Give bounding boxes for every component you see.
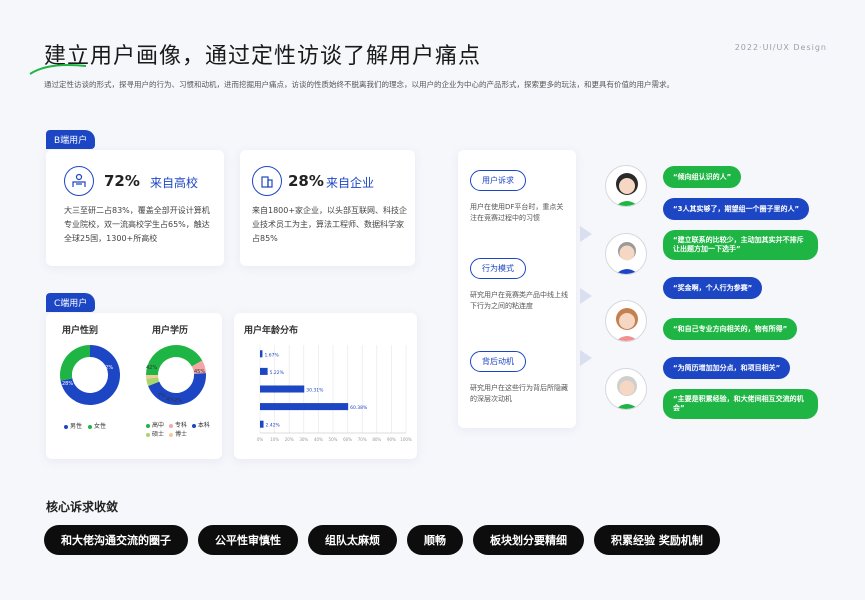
gender-edu-card: 用户性别 用户学历 72% 28% 42% 45% 7% 4% 2% 男性 女性… bbox=[46, 313, 222, 459]
page-title: 建立用户画像，通过定性访谈了解用户痛点 bbox=[44, 44, 482, 69]
core-chip: 组队太麻烦 bbox=[308, 525, 397, 555]
education-title: 用户学历 bbox=[152, 326, 189, 336]
motive-pill-behavior: 行为模式 bbox=[470, 258, 526, 279]
donut-slice-硕士 bbox=[146, 377, 160, 387]
x-tick-label: 90% bbox=[387, 437, 396, 442]
x-tick-label: 10% bbox=[270, 437, 279, 442]
age-bar bbox=[260, 403, 349, 411]
core-chip: 积累经验 奖励机制 bbox=[594, 525, 720, 555]
connector-arrows bbox=[580, 226, 592, 366]
school-desc: 大三至研二占83%，覆盖全部开设计算机专业院校，双一流高校学生占65%，触达全球… bbox=[64, 206, 210, 243]
age-bar-label: 2.42% bbox=[266, 423, 281, 429]
company-desc: 来自1800+家企业，以头部互联网、科技企业技术员工为主，算法工程师、数据科学家… bbox=[252, 206, 408, 243]
school-percent: 72% bbox=[104, 172, 140, 190]
motive-desc-behavior: 研究用户在竞赛类产品中线上线下行为之间的粘连度 bbox=[470, 291, 568, 310]
gender-title: 用户性别 bbox=[62, 326, 99, 336]
edu-pct-2: 45% bbox=[194, 369, 206, 375]
school-card: 72% 来自高校 大三至研二占83%，覆盖全部开设计算机专业院校，双一流高校学生… bbox=[46, 150, 224, 266]
brand-label: 2022·UI/UX Design bbox=[734, 43, 827, 52]
x-tick-label: 80% bbox=[372, 437, 381, 442]
page-subtitle: 通过定性访谈的形式，探寻用户的行为、习惯和动机，进而挖掘用户痛点，访谈的性质始终… bbox=[44, 80, 674, 89]
age-bar bbox=[260, 367, 268, 375]
motive-desc-motive: 研究用户在这些行为背后所隐藏的深层次动机 bbox=[470, 384, 568, 403]
age-bar bbox=[260, 350, 263, 358]
x-tick-label: 40% bbox=[314, 437, 323, 442]
company-percent: 28% bbox=[288, 172, 324, 190]
age-bar-label: 30.31% bbox=[306, 388, 324, 394]
age-bar bbox=[260, 385, 305, 393]
edu-pct-4: 4% bbox=[166, 397, 174, 403]
quote-bubble-5: “和自己专业方向相关的，物有所得” bbox=[663, 318, 798, 340]
quote-bubble-6: “为简历增加加分点，和项目相关” bbox=[663, 357, 791, 379]
core-chip: 和大佬沟通交流的圈子 bbox=[44, 525, 188, 555]
motives-card: 用户诉求 用户在使用DF平台时，重点关注在竞赛过程中的习惯 行为模式 研究用户在… bbox=[458, 150, 576, 428]
b-users-tag: B端用户 bbox=[46, 130, 96, 149]
quote-bubble-4: “奖金啊，个人行为参赛” bbox=[663, 277, 763, 299]
core-title: 核心诉求收敛 bbox=[46, 500, 119, 514]
motive-pill-demand: 用户诉求 bbox=[470, 170, 526, 191]
x-tick-label: 30% bbox=[299, 437, 308, 442]
company-label: 来自企业 bbox=[326, 176, 375, 190]
x-tick-label: 100% bbox=[400, 437, 412, 442]
donut-slice-高中 bbox=[146, 345, 203, 376]
x-tick-label: 20% bbox=[285, 437, 294, 442]
avatar-woman-1 bbox=[605, 165, 647, 207]
company-card: 28% 来自企业 来自1800+家企业，以头部互联网、科技企业技术员工为主，算法… bbox=[240, 150, 415, 266]
core-chip: 公平性审慎性 bbox=[198, 525, 298, 555]
core-chip-row: 和大佬沟通交流的圈子 公平性审慎性 组队太麻烦 顺畅 板块划分要精细 积累经验 … bbox=[44, 525, 720, 555]
x-tick-label: 50% bbox=[329, 437, 338, 442]
school-label: 来自高校 bbox=[150, 176, 199, 190]
age-bar-label: 60.38% bbox=[350, 405, 368, 411]
x-tick-label: 70% bbox=[358, 437, 367, 442]
avatar-man-1 bbox=[605, 233, 647, 275]
gender-donut bbox=[60, 345, 120, 405]
motive-pill-motive: 背后动机 bbox=[470, 351, 526, 372]
age-bar-chart: 0% 10% 20% 30% 40% 50% 60% 70% 80% 90% 100% 1.67% 5… bbox=[257, 345, 412, 442]
core-chip: 顺畅 bbox=[407, 525, 463, 555]
edu-pct-1: 42% bbox=[146, 365, 158, 371]
x-tick-label: 0% bbox=[257, 437, 264, 442]
quote-bubble-7: “主要是积累经验，和大佬间相互交流的机会” bbox=[663, 389, 818, 419]
age-card: 用户年龄分布 0% 10% 20% 30% 40% 50% 60% 70% 80% 90% 100%… bbox=[234, 313, 417, 459]
edu-pct-3: 7% bbox=[158, 393, 166, 399]
avatar-man-2 bbox=[605, 368, 647, 410]
donut-slice-女性 bbox=[60, 345, 91, 381]
gender-male-pct: 72% bbox=[102, 365, 114, 371]
title-swoosh bbox=[29, 64, 87, 75]
edu-pct-5: 2% bbox=[174, 398, 182, 404]
education-legend: 高中 专科 本科 硕士 博士 bbox=[146, 421, 216, 439]
gender-female-pct: 28% bbox=[62, 381, 74, 387]
core-chip: 板块划分要精细 bbox=[473, 525, 584, 555]
age-bar bbox=[260, 420, 264, 428]
quote-bubble-1: “倾向组认识的人” bbox=[663, 166, 742, 188]
age-title: 用户年龄分布 bbox=[244, 326, 299, 336]
c-users-tag: C端用户 bbox=[46, 293, 96, 312]
building-icon bbox=[252, 166, 282, 196]
school-icon bbox=[64, 166, 94, 196]
x-tick-label: 60% bbox=[343, 437, 352, 442]
quote-bubble-2: “3人其实够了，期望组一个圈子里的人” bbox=[663, 198, 810, 220]
gender-legend: 男性 女性 bbox=[64, 421, 106, 430]
age-bar-label: 1.67% bbox=[264, 352, 279, 358]
age-bar-label: 5.22% bbox=[270, 370, 285, 376]
motive-desc-demand: 用户在使用DF平台时，重点关注在竞赛过程中的习惯 bbox=[470, 203, 564, 222]
avatar-woman-2 bbox=[605, 300, 647, 342]
quote-bubble-3: “建立联系的比较少，主动加其实并不排斥让出题方加一下选手” bbox=[663, 230, 818, 260]
